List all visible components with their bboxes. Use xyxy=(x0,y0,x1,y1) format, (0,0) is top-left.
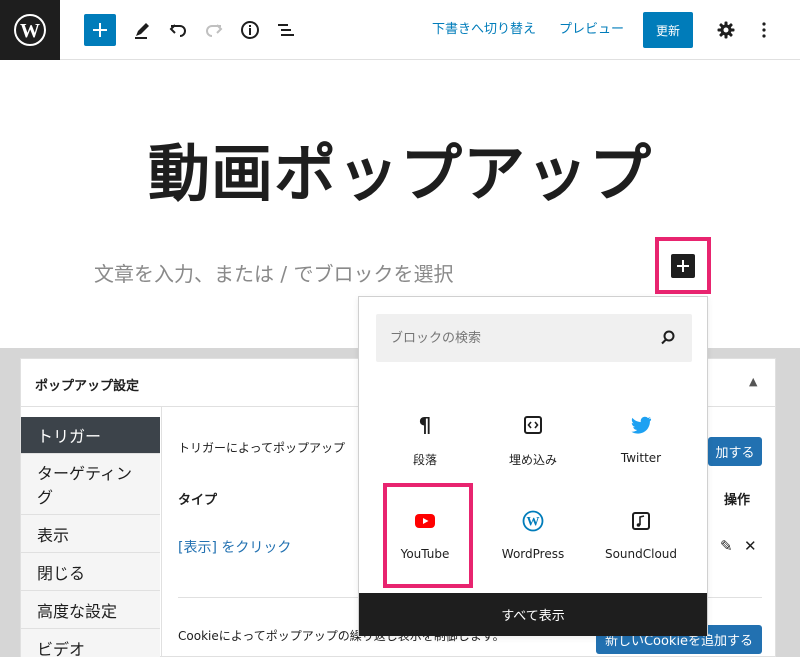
block-embed[interactable]: 埋め込み xyxy=(479,397,587,487)
tab-targeting[interactable]: ターゲティング xyxy=(21,454,160,515)
wordpress-logo-button[interactable]: W xyxy=(0,0,60,60)
tab-video[interactable]: ビデオ xyxy=(21,629,160,657)
wordpress-icon: W xyxy=(14,14,46,46)
show-all-button[interactable]: すべて表示 xyxy=(359,593,707,636)
list-view-icon xyxy=(278,24,294,36)
paragraph-placeholder[interactable]: 文章を入力、または / でブロックを選択 xyxy=(94,258,453,287)
more-vertical-icon xyxy=(762,22,766,38)
block-inserter-popover: ¶ 段落 埋め込み Twitter YouTube xyxy=(358,296,708,636)
twitter-icon xyxy=(629,413,653,437)
details-button[interactable] xyxy=(234,14,266,46)
delete-x-icon[interactable]: ✕ xyxy=(744,537,757,555)
trigger-description: トリガーによってポップアップ xyxy=(178,441,346,455)
add-block-button[interactable] xyxy=(84,14,116,46)
block-label: Twitter xyxy=(620,451,662,465)
block-wordpress[interactable]: W WordPress xyxy=(479,493,587,583)
undo-button[interactable] xyxy=(162,14,194,46)
pencil-icon xyxy=(135,23,149,39)
gear-icon xyxy=(717,21,735,39)
block-soundcloud[interactable]: SoundCloud xyxy=(587,493,695,583)
paragraph-icon: ¶ xyxy=(418,413,432,437)
tools-button[interactable] xyxy=(126,14,158,46)
trigger-row-type[interactable]: [表示] をクリック xyxy=(178,537,291,557)
list-view-button[interactable] xyxy=(270,14,302,46)
block-label: WordPress xyxy=(501,547,565,561)
collapse-arrow-icon[interactable]: ▲ xyxy=(749,375,757,388)
svg-text:W: W xyxy=(527,514,540,529)
svg-text:W: W xyxy=(20,20,40,42)
block-label: 段落 xyxy=(412,453,437,467)
redo-icon xyxy=(206,24,223,37)
block-paragraph[interactable]: ¶ 段落 xyxy=(371,397,479,487)
settings-button[interactable] xyxy=(710,14,742,46)
switch-to-draft-link[interactable]: 下書きへ切り替え xyxy=(432,18,536,37)
settings-tabs: トリガー ターゲティング 表示 閉じる 高度な設定 ビデオ xyxy=(21,417,160,657)
soundcloud-icon xyxy=(629,509,653,533)
tab-close[interactable]: 閉じる xyxy=(21,553,160,591)
block-search xyxy=(376,314,692,362)
info-icon xyxy=(241,21,259,39)
more-options-button[interactable] xyxy=(748,14,780,46)
block-label: SoundCloud xyxy=(604,547,678,561)
highlight-box xyxy=(383,483,473,588)
inline-add-block-button[interactable] xyxy=(671,254,695,278)
plus-icon xyxy=(677,260,689,272)
block-search-input[interactable] xyxy=(376,314,656,362)
plus-icon xyxy=(93,23,107,37)
update-button[interactable]: 更新 xyxy=(643,12,693,48)
post-title[interactable]: 動画ポップアップ xyxy=(0,123,800,213)
tab-trigger[interactable]: トリガー xyxy=(21,417,160,454)
metabox-title: ポップアップ設定 xyxy=(35,379,140,394)
block-label: 埋め込み xyxy=(508,453,557,467)
redo-button[interactable] xyxy=(198,14,230,46)
wordpress-icon: W xyxy=(521,509,545,533)
search-icon xyxy=(661,330,675,345)
add-trigger-button[interactable]: 加する xyxy=(708,437,762,466)
type-column-header: タイプ xyxy=(178,493,218,508)
edit-pencil-icon[interactable]: ✎ xyxy=(720,537,733,555)
editor-toolbar: W 下書きへ切り替え プレビュー 更新 xyxy=(0,0,800,60)
tab-advanced[interactable]: 高度な設定 xyxy=(21,591,160,629)
undo-icon xyxy=(169,24,186,37)
actions-column-header: 操作 xyxy=(724,493,751,508)
preview-link[interactable]: プレビュー xyxy=(559,18,624,37)
tab-display[interactable]: 表示 xyxy=(21,515,160,553)
embed-icon xyxy=(521,413,545,437)
block-twitter[interactable]: Twitter xyxy=(587,397,695,487)
